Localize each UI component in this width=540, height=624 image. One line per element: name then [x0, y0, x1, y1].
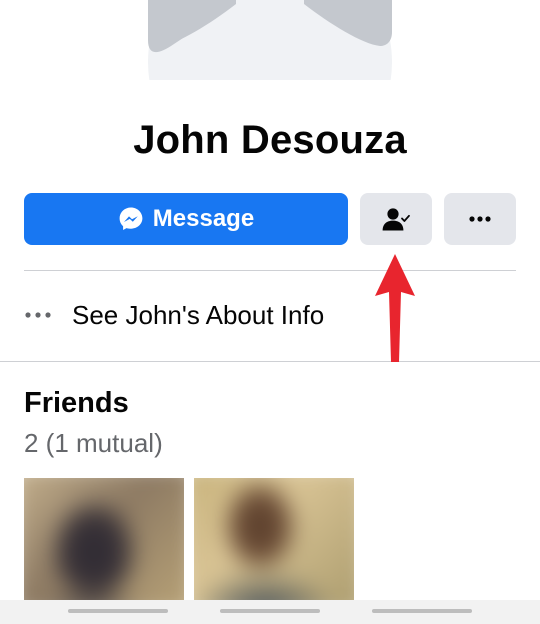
annotation-arrow-icon [375, 254, 415, 362]
see-about-info-link[interactable]: See John's About Info [24, 292, 504, 338]
nav-handle [68, 609, 168, 613]
friend-photo[interactable] [194, 478, 354, 604]
messenger-icon [119, 207, 143, 230]
about-info-label: See John's About Info [72, 299, 325, 330]
friend-photo[interactable] [24, 478, 184, 604]
nav-handle [220, 609, 320, 613]
profile-name: John Desouza [133, 118, 407, 162]
message-button[interactable]: Message [24, 193, 348, 245]
friends-check-icon [382, 208, 410, 231]
section-divider [24, 270, 516, 271]
friends-count: 2 (1 mutual) [24, 428, 163, 458]
default-avatar-silhouette-icon [148, 0, 392, 53]
section-divider [0, 361, 540, 362]
system-navigation-bar [0, 600, 540, 624]
friends-status-button[interactable] [360, 193, 432, 245]
more-dots-icon [469, 216, 491, 222]
profile-avatar[interactable] [148, 0, 392, 80]
nav-handle [372, 609, 472, 613]
friends-section-title[interactable]: Friends [24, 387, 129, 420]
more-options-button[interactable] [444, 193, 516, 245]
more-dots-icon [25, 312, 51, 318]
message-button-label: Message [152, 205, 255, 232]
